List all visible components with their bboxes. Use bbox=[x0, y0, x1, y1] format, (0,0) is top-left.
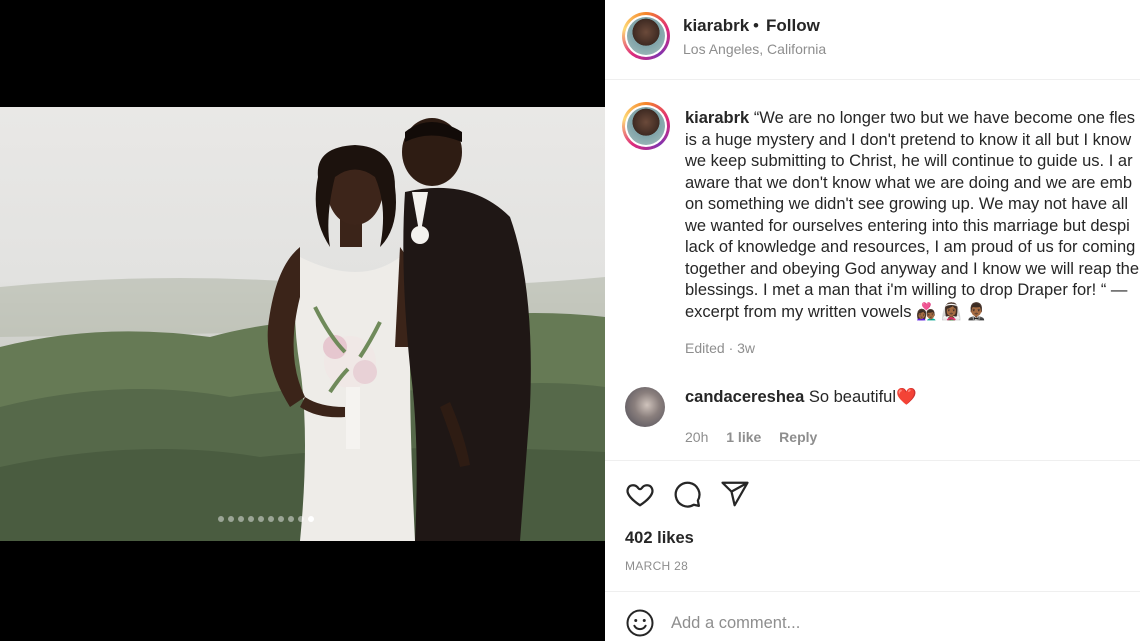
action-bar: 402 likes MARCH 28 bbox=[605, 460, 1140, 590]
carousel-dot[interactable] bbox=[228, 516, 234, 522]
carousel-dot[interactable] bbox=[238, 516, 244, 522]
emoji-icon[interactable] bbox=[625, 608, 655, 638]
post-details-panel: kiarabrk • Follow Los Angeles, Californi… bbox=[605, 0, 1140, 641]
author-username[interactable]: kiarabrk bbox=[683, 16, 749, 36]
caption-line: we keep submitting to Christ, he will co… bbox=[685, 152, 1133, 170]
author-avatar[interactable] bbox=[622, 12, 670, 60]
caption-line: aware that we don't know what we are doi… bbox=[685, 173, 1133, 192]
carousel-dot[interactable] bbox=[248, 516, 254, 522]
comment-item: candacereshea So beautiful❤️ 20h 1 like … bbox=[605, 383, 1140, 453]
carousel-indicator[interactable] bbox=[218, 516, 314, 522]
caption-line: we wanted for ourselves entering into th… bbox=[685, 216, 1130, 235]
post-date: MARCH 28 bbox=[625, 559, 689, 573]
separator-dot: • bbox=[753, 16, 759, 35]
post-photo[interactable] bbox=[0, 107, 605, 541]
comment-time[interactable]: 20h bbox=[685, 429, 708, 445]
comment-body: So beautiful bbox=[808, 388, 896, 406]
follow-button[interactable]: Follow bbox=[766, 16, 820, 36]
share-icon[interactable] bbox=[720, 479, 752, 511]
comment-input[interactable] bbox=[671, 608, 1111, 638]
commenter-username[interactable]: candacereshea bbox=[685, 388, 804, 406]
caption-line: on something we didn't see growing up. W… bbox=[685, 195, 1129, 213]
caption-author-avatar[interactable] bbox=[622, 102, 670, 150]
comment-meta: 20h 1 like Reply bbox=[685, 429, 831, 445]
add-comment-bar bbox=[605, 591, 1140, 641]
commenter-avatar[interactable] bbox=[625, 387, 665, 427]
carousel-dot[interactable] bbox=[298, 516, 304, 522]
carousel-dot[interactable] bbox=[288, 516, 294, 522]
post-caption: kiarabrk “We are no longer two but we ha… bbox=[685, 108, 1140, 323]
caption-line: blessings. I met a man that i'm willing … bbox=[685, 281, 1128, 299]
instagram-post-view: kiarabrk • Follow Los Angeles, Californi… bbox=[0, 0, 1140, 641]
carousel-dot[interactable] bbox=[308, 516, 314, 522]
carousel-dot[interactable] bbox=[268, 516, 274, 522]
caption-line: excerpt from my written vowels 👩🏾‍❤️‍👨🏾 … bbox=[685, 302, 987, 321]
wedding-photo-illustration bbox=[0, 118, 605, 541]
carousel-dot[interactable] bbox=[278, 516, 284, 522]
caption-meta: Edited · 3w bbox=[685, 340, 756, 356]
caption-line: is a huge mystery and I don't pretend to… bbox=[685, 130, 1132, 149]
media-area bbox=[0, 0, 605, 641]
carousel-dot[interactable] bbox=[258, 516, 264, 522]
caption-username[interactable]: kiarabrk bbox=[685, 109, 749, 127]
comment-text: candacereshea So beautiful❤️ bbox=[685, 388, 917, 407]
heart-icon[interactable] bbox=[625, 479, 657, 511]
reply-button[interactable]: Reply bbox=[779, 429, 817, 445]
carousel-dot[interactable] bbox=[218, 516, 224, 522]
post-header: kiarabrk • Follow Los Angeles, Californi… bbox=[605, 0, 1140, 80]
caption-line: together and obeying God anyway and I kn… bbox=[685, 259, 1140, 278]
heart-emoji: ❤️ bbox=[896, 388, 917, 406]
likes-count[interactable]: 402 likes bbox=[625, 529, 694, 548]
comment-icon[interactable] bbox=[672, 479, 704, 511]
caption-line: lack of knowledge and resources, I am pr… bbox=[685, 238, 1136, 256]
comment-likes[interactable]: 1 like bbox=[726, 429, 761, 445]
post-location[interactable]: Los Angeles, California bbox=[683, 41, 826, 57]
caption-line: “We are no longer two but we have become… bbox=[753, 109, 1136, 127]
